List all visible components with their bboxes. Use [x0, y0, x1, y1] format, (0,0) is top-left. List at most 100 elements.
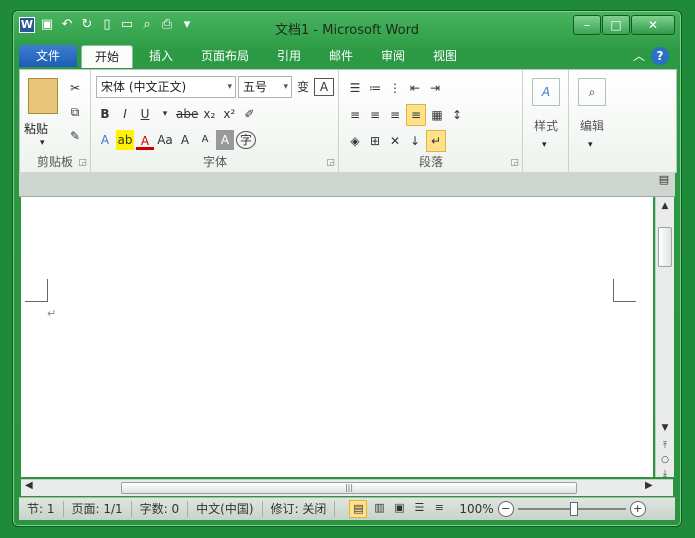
show-marks-icon[interactable]: ↵: [426, 130, 446, 152]
bold-button[interactable]: B: [96, 104, 114, 124]
italic-button[interactable]: I: [116, 104, 134, 124]
numbering-icon[interactable]: ≔: [366, 78, 384, 98]
paragraph-group: ☰ ≔ ⋮ ⇤ ⇥ ≡ ≡ ≡ ≡ ▦ ↕ ◈ ⊞ ✕ ↓ ↵ 段落 ◲: [340, 70, 523, 172]
clipboard-launcher-icon[interactable]: ◲: [78, 158, 87, 168]
editing-group[interactable]: ⌕ 编辑 ▾: [570, 70, 614, 172]
align-center-icon[interactable]: ≡: [366, 105, 384, 125]
status-language[interactable]: 中文(中国): [188, 501, 263, 517]
distributed-icon[interactable]: ▦: [428, 105, 446, 125]
horizontal-scroll-thumb[interactable]: |||: [121, 482, 577, 494]
horizontal-scrollbar[interactable]: ◀ ||| ▶: [21, 479, 673, 496]
change-case-button[interactable]: Aa: [156, 130, 174, 150]
align-right-icon[interactable]: ≡: [386, 105, 404, 125]
styles-icon[interactable]: A: [532, 78, 560, 106]
paste-dropdown-icon[interactable]: ▾: [40, 138, 45, 148]
zoom-level[interactable]: 100%: [459, 502, 493, 516]
shrink-font-button[interactable]: A: [196, 130, 214, 150]
font-name-select[interactable]: 宋体 (中文正文) ▾: [96, 76, 236, 98]
cut-icon[interactable]: ✂: [66, 78, 84, 98]
clear-format-icon[interactable]: ✐: [240, 104, 258, 124]
strikethrough-button[interactable]: abe: [176, 104, 198, 124]
previous-page-icon[interactable]: ⤒: [656, 441, 674, 451]
status-track-changes[interactable]: 修订: 关闭: [263, 501, 336, 517]
next-page-icon[interactable]: ⤓: [656, 469, 674, 479]
status-words[interactable]: 字数: 0: [132, 501, 189, 517]
browse-object-icon[interactable]: ○: [656, 455, 674, 465]
paragraph-group-label: 段落: [418, 155, 443, 169]
tab-page-layout[interactable]: 页面布局: [195, 45, 255, 67]
paragraph-launcher-icon[interactable]: ◲: [510, 158, 519, 168]
status-page[interactable]: 页面: 1/1: [64, 501, 132, 517]
close-icon[interactable]: ✕: [631, 15, 675, 35]
phonetic-guide-icon[interactable]: 变: [294, 77, 312, 97]
outline-view-icon[interactable]: ☰: [411, 500, 427, 516]
tab-insert[interactable]: 插入: [141, 45, 181, 67]
tab-mailings[interactable]: 邮件: [321, 45, 361, 67]
highlight-icon[interactable]: ab: [116, 130, 134, 150]
vertical-scroll-thumb[interactable]: [658, 227, 672, 267]
view-ruler-icon[interactable]: ▤: [655, 173, 673, 195]
increase-indent-icon[interactable]: ⇥: [426, 78, 444, 98]
line-spacing-icon[interactable]: ↕: [448, 105, 466, 125]
underline-dropdown-icon[interactable]: ▾: [156, 104, 174, 124]
zoom-in-button[interactable]: +: [629, 501, 646, 517]
sort-icon[interactable]: ↓: [406, 131, 424, 151]
tab-view[interactable]: 视图: [425, 45, 465, 67]
tab-home[interactable]: 开始: [81, 45, 133, 68]
font-launcher-icon[interactable]: ◲: [326, 158, 335, 168]
font-name-value: 宋体 (中文正文): [101, 80, 187, 94]
styles-group[interactable]: A 样式 ▾: [524, 70, 569, 172]
scroll-left-icon[interactable]: ◀: [25, 480, 33, 491]
editing-dropdown-icon[interactable]: ▾: [588, 140, 593, 150]
tab-file[interactable]: 文件: [19, 45, 77, 67]
vertical-scrollbar[interactable]: ▲ ▼ ⤒ ○ ⤓: [655, 197, 674, 479]
ribbon: 粘贴 ▾ ✂ ⧉ ✎ 剪贴板 ◲ 宋体 (中文正文) ▾ 五号 ▾ 变 A B I …: [19, 69, 677, 173]
title-bar: W ▣ ↶ ↻ ▯ ▭ ⌕ ⎙ ▾ 文档1 - Microsoft Word –…: [13, 11, 681, 43]
margin-corner-left: [25, 279, 48, 302]
scroll-down-icon[interactable]: ▼: [656, 423, 674, 433]
font-color-icon[interactable]: A: [136, 131, 154, 150]
minimize-ribbon-icon[interactable]: ︿: [633, 47, 645, 64]
document-page[interactable]: ↵: [21, 197, 653, 477]
draft-view-icon[interactable]: ≡: [431, 500, 447, 516]
align-left-icon[interactable]: ≡: [346, 105, 364, 125]
char-shading-button[interactable]: A: [216, 130, 234, 150]
borders-icon[interactable]: ⊞: [366, 131, 384, 151]
grow-font-button[interactable]: A: [176, 130, 194, 150]
zoom-slider[interactable]: [517, 502, 626, 516]
zoom-slider-knob[interactable]: [569, 502, 578, 516]
scroll-up-icon[interactable]: ▲: [656, 201, 674, 211]
font-size-select[interactable]: 五号 ▾: [238, 76, 292, 98]
find-icon[interactable]: ⌕: [578, 78, 606, 106]
chinese-layout-icon[interactable]: ✕: [386, 131, 404, 151]
zoom-out-button[interactable]: −: [497, 501, 514, 517]
margin-corner-right: [613, 279, 636, 302]
full-screen-reading-view-icon[interactable]: ▥: [371, 500, 387, 516]
help-icon[interactable]: ?: [651, 47, 669, 65]
decrease-indent-icon[interactable]: ⇤: [406, 78, 424, 98]
print-layout-view-icon[interactable]: ▤: [349, 500, 368, 518]
text-effects-icon[interactable]: A: [96, 130, 114, 150]
tab-review[interactable]: 审阅: [373, 45, 413, 67]
paste-label[interactable]: 粘贴: [24, 120, 48, 137]
char-border-icon[interactable]: A: [314, 78, 334, 96]
ribbon-tabs: 文件 开始 插入 页面布局 引用 邮件 审阅 视图 ︿ ?: [19, 43, 675, 69]
status-section[interactable]: 节: 1: [19, 501, 64, 517]
subscript-button[interactable]: x₂: [200, 104, 218, 124]
paste-icon[interactable]: [28, 78, 58, 114]
shading-icon[interactable]: ◈: [346, 131, 364, 151]
bullets-icon[interactable]: ☰: [346, 78, 364, 98]
minimize-icon[interactable]: –: [573, 15, 601, 35]
format-painter-icon[interactable]: ✎: [66, 126, 84, 146]
superscript-button[interactable]: x²: [220, 104, 238, 124]
enclose-char-button[interactable]: 字: [236, 131, 256, 149]
multilevel-list-icon[interactable]: ⋮: [386, 78, 404, 98]
tab-references[interactable]: 引用: [269, 45, 309, 67]
maximize-icon[interactable]: □: [602, 15, 630, 35]
web-layout-view-icon[interactable]: ▣: [391, 500, 407, 516]
underline-button[interactable]: U: [136, 104, 154, 124]
justify-icon[interactable]: ≡: [406, 104, 426, 126]
scroll-right-icon[interactable]: ▶: [645, 480, 653, 491]
copy-icon[interactable]: ⧉: [66, 102, 84, 122]
styles-dropdown-icon[interactable]: ▾: [542, 140, 547, 150]
